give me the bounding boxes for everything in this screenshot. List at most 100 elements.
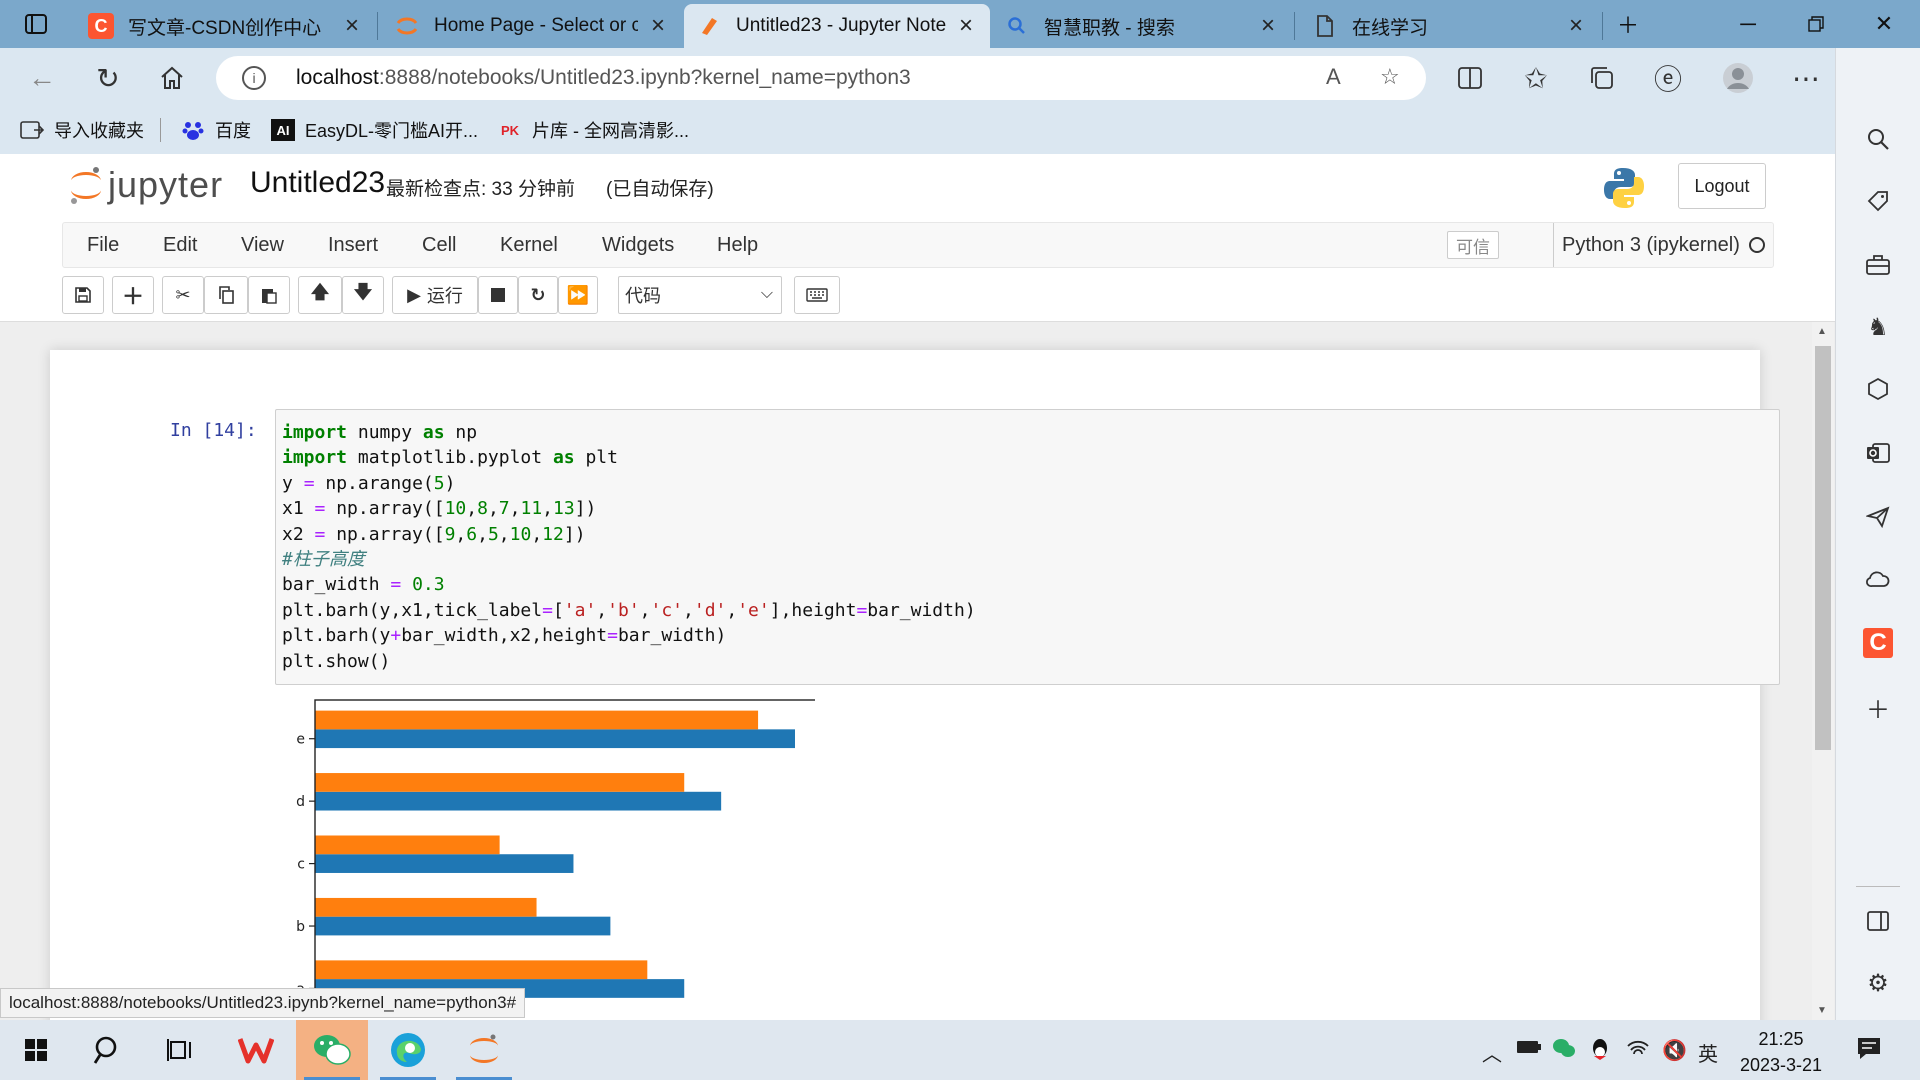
favorite-pianku[interactable]: PK 片库 - 全网高清影... [498,117,689,143]
trusted-badge[interactable]: 可信 [1447,231,1499,259]
favorite-import[interactable]: 导入收藏夹 [20,117,144,143]
tab-search[interactable]: 智慧职教 - 搜索 × [992,4,1292,48]
jupyter-taskbar-icon[interactable] [448,1020,520,1080]
page-icon [1312,13,1338,39]
menu-insert[interactable]: Insert [328,223,378,267]
baidu-icon [181,119,205,141]
outlook-icon[interactable] [1863,438,1893,468]
tab-online-study[interactable]: 在线学习 × [1300,4,1600,48]
logout-button[interactable]: Logout [1678,163,1766,209]
send-icon[interactable] [1863,502,1893,532]
tab-untitled23[interactable]: Untitled23 - Jupyter Notel × [684,4,990,48]
command-palette-button[interactable] [794,276,840,314]
menu-kernel[interactable]: Kernel [500,223,558,267]
restart-run-all-button[interactable]: ⏩ [558,276,598,314]
restore-icon[interactable] [1784,0,1848,48]
wifi-icon[interactable] [1626,1038,1650,1064]
notebook-scrollbar[interactable]: ▲ ▼ [1812,322,1834,1020]
menu-widgets[interactable]: Widgets [602,223,674,267]
add-icon[interactable]: ＋ [1863,692,1893,724]
close-window-icon[interactable]: ✕ [1852,0,1916,48]
favorites-icon[interactable]: ✩ [1516,58,1556,98]
menu-view[interactable]: View [241,223,284,267]
search-icon[interactable] [76,1020,140,1080]
copy-button[interactable] [204,276,248,314]
move-up-button[interactable]: 🡅 [298,276,342,314]
code-line: bar_width = 0.3 [282,574,445,596]
new-tab-icon[interactable]: ＋ [1596,0,1660,48]
tab-home-page[interactable]: Home Page - Select or cre × [382,4,682,48]
search-icon[interactable] [1863,124,1893,154]
back-icon[interactable]: ← [22,58,62,98]
scroll-up-icon[interactable]: ▲ [1817,326,1827,337]
tab-actions-icon[interactable] [4,0,68,48]
menu-help[interactable]: Help [717,223,758,267]
move-down-button[interactable]: 🡇 [342,276,384,314]
interrupt-button[interactable] [478,276,518,314]
games-icon[interactable]: ♞ [1863,312,1893,342]
more-options-icon[interactable]: ⋯ [1786,58,1826,98]
ie-mode-icon[interactable]: ⓔ [1648,58,1688,98]
microsoft-365-icon[interactable] [1863,374,1893,404]
collections-icon[interactable] [1582,58,1622,98]
close-icon[interactable]: × [340,12,364,40]
kernel-name[interactable]: Python 3 (ipykernel) [1553,223,1740,267]
run-button[interactable]: ▶ 运行 [392,276,478,314]
code-line: plt.barh(y,x1,tick_label=['a','b','c','d… [282,599,976,621]
wechat-tray-icon[interactable] [1552,1038,1576,1064]
csdn-icon[interactable]: C [1863,628,1893,658]
close-icon[interactable]: × [954,12,978,40]
code-line: #柱子高度 [282,549,365,571]
qq-icon[interactable] [1590,1038,1610,1068]
home-icon[interactable] [152,58,192,98]
shopping-tag-icon[interactable] [1863,186,1893,216]
wps-icon[interactable] [224,1020,288,1080]
close-icon[interactable]: × [1564,12,1588,40]
menu-edit[interactable]: Edit [163,223,197,267]
favorite-baidu[interactable]: 百度 [181,117,251,143]
favorite-star-icon[interactable]: ☆ [1380,64,1400,90]
close-icon[interactable]: × [1256,12,1280,40]
save-button[interactable] [62,276,104,314]
input-method-indicator[interactable]: 英 [1698,1038,1718,1067]
url-field[interactable]: i localhost:8888/notebooks/Untitled23.ip… [216,56,1426,100]
site-info-icon[interactable]: i [242,66,266,90]
tools-briefcase-icon[interactable] [1863,250,1893,280]
read-aloud-icon[interactable]: A [1326,64,1341,90]
minimize-icon[interactable]: ─ [1716,0,1780,48]
arrow-down-icon: 🡇 [353,282,373,302]
edge-icon[interactable] [372,1020,444,1080]
notifications-icon[interactable] [1856,1036,1882,1066]
restart-button[interactable]: ↻ [518,276,558,314]
favorite-easydl[interactable]: AI EasyDL-零门槛AI开... [271,117,478,143]
wechat-icon[interactable] [296,1020,368,1080]
split-screen-icon[interactable] [1450,58,1490,98]
close-icon[interactable]: × [646,12,670,40]
code-line: y = np.arange(5) [282,472,456,494]
notebook-name[interactable]: Untitled23 [250,166,385,200]
jupyter-logo[interactable]: jupyter [68,164,223,206]
sidebar-toggle-icon[interactable] [1863,906,1893,936]
tab-csdn[interactable]: C 写文章-CSDN创作中心 × [76,4,376,48]
volume-muted-icon[interactable]: 🔇 [1662,1038,1687,1063]
battery-icon[interactable] [1516,1038,1542,1061]
profile-avatar[interactable] [1718,58,1758,98]
menu-cell[interactable]: Cell [422,223,456,267]
menu-file[interactable]: File [87,223,119,267]
cell-type-select[interactable]: 代码 ⌵ [618,276,782,314]
refresh-icon[interactable]: ↻ [88,58,128,98]
system-clock[interactable]: 21:25 2023-3-21 [1736,1026,1826,1078]
task-view-icon[interactable] [148,1020,212,1080]
scroll-down-icon[interactable]: ▼ [1817,1005,1827,1016]
cloud-icon[interactable] [1863,564,1893,594]
save-icon [75,287,91,303]
settings-gear-icon[interactable]: ⚙ [1863,968,1893,998]
scrollbar-thumb[interactable] [1815,346,1831,750]
start-icon[interactable] [4,1020,68,1080]
paste-button[interactable] [248,276,290,314]
cut-button[interactable]: ✂ [162,276,204,314]
show-hidden-icons-icon[interactable]: ︿ [1482,1038,1502,1067]
code-cell-editor[interactable]: import numpy as np import matplotlib.pyp… [275,409,1780,685]
insert-cell-button[interactable]: ＋ [112,276,154,314]
code-line: import matplotlib.pyplot as plt [282,447,618,469]
